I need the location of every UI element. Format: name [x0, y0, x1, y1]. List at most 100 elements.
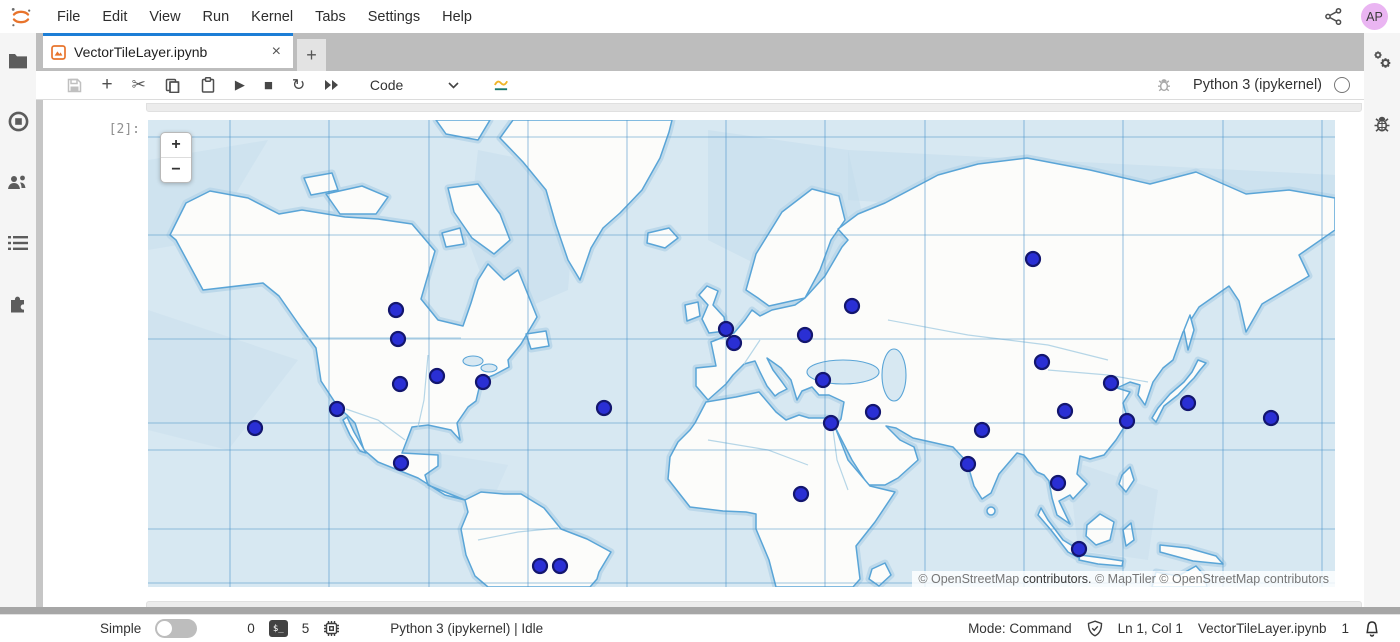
trust-shield-icon[interactable] [1087, 620, 1103, 637]
cell-type-select[interactable]: Code [370, 77, 403, 93]
kernel-status-text[interactable]: Python 3 (ipykernel) | Idle [390, 621, 543, 636]
debugger-toggle-icon[interactable] [1156, 77, 1172, 93]
map-marker[interactable] [961, 457, 975, 471]
add-cell-icon[interactable]: + [102, 77, 113, 93]
kernel-chip-icon [323, 620, 340, 637]
map-marker[interactable] [597, 401, 611, 415]
map-marker[interactable] [1120, 414, 1134, 428]
menu-item-settings[interactable]: Settings [357, 9, 431, 25]
map-marker[interactable] [430, 369, 444, 383]
simple-mode-toggle[interactable] [155, 619, 197, 638]
interrupt-kernel-icon[interactable]: ■ [264, 77, 273, 93]
map-marker[interactable] [330, 402, 344, 416]
menu-item-edit[interactable]: Edit [91, 9, 138, 25]
kernel-name[interactable]: Python 3 (ipykernel) [1193, 77, 1322, 93]
map-marker[interactable] [391, 332, 405, 346]
menu-item-view[interactable]: View [138, 9, 191, 25]
menu-items: FileEditViewRunKernelTabsSettingsHelp [46, 0, 483, 33]
map-marker[interactable] [1051, 476, 1065, 490]
restart-kernel-icon[interactable]: ↻ [292, 77, 305, 93]
chevron-down-icon[interactable] [445, 77, 461, 93]
map-marker[interactable] [393, 377, 407, 391]
map-marker[interactable] [845, 299, 859, 313]
restart-run-all-icon[interactable] [324, 77, 340, 93]
zoom-in-button[interactable]: + [161, 133, 191, 157]
map-marker[interactable] [389, 303, 403, 317]
save-icon[interactable] [67, 77, 83, 93]
copy-cells-icon[interactable] [165, 77, 181, 93]
tab-vectortilelayer[interactable]: VectorTileLayer.ipynb × [43, 33, 293, 68]
cut-cells-icon[interactable]: ✂ [132, 77, 146, 93]
share-icon[interactable] [1324, 7, 1343, 26]
attribution-text: contributors. [1023, 572, 1092, 586]
avatar[interactable]: AP [1361, 3, 1388, 30]
paste-cells-icon[interactable] [200, 77, 216, 93]
map-marker[interactable] [794, 487, 808, 501]
right-sidebar [1363, 33, 1400, 607]
property-inspector-icon[interactable] [1371, 49, 1393, 71]
terminal-count[interactable]: 0 [247, 621, 255, 636]
map-attribution[interactable]: © OpenStreetMap contributors. © MapTiler… [912, 571, 1335, 587]
status-file-name: VectorTileLayer.ipynb [1198, 621, 1327, 636]
menu-bar: FileEditViewRunKernelTabsSettingsHelp AP [0, 0, 1400, 33]
map-marker[interactable] [1104, 376, 1118, 390]
map-canvas[interactable] [148, 120, 1335, 587]
map-marker[interactable] [1264, 411, 1278, 425]
notification-count[interactable]: 1 [1341, 621, 1349, 636]
map-marker[interactable] [476, 375, 490, 389]
menu-item-run[interactable]: Run [192, 9, 241, 25]
file-browser-icon[interactable] [7, 49, 29, 71]
kernel-activity-icon [493, 77, 509, 93]
menu-bar-right: AP [1324, 3, 1400, 30]
map-marker[interactable] [248, 421, 262, 435]
terminal-icon: $_ [269, 620, 288, 637]
notebook-file-icon [51, 45, 66, 60]
jupyter-logo-icon [10, 6, 32, 28]
map-marker[interactable] [1035, 355, 1049, 369]
zoom-out-button[interactable]: − [161, 157, 191, 182]
map-marker[interactable] [553, 559, 567, 573]
map-marker[interactable] [1058, 404, 1072, 418]
map-marker[interactable] [816, 373, 830, 387]
tab-label: VectorTileLayer.ipynb [74, 44, 268, 60]
simple-mode-label: Simple [100, 621, 141, 636]
menu-item-kernel[interactable]: Kernel [240, 9, 304, 25]
notebook-content: [2]: [36, 100, 1364, 607]
previous-cell-edge[interactable] [146, 103, 1362, 112]
map-output[interactable]: + − © OpenStreetMap contributors. © MapT… [148, 120, 1335, 587]
running-kernels-icon[interactable] [7, 110, 29, 132]
map-marker[interactable] [798, 328, 812, 342]
map-marker[interactable] [394, 456, 408, 470]
menu-item-help[interactable]: Help [431, 9, 483, 25]
attribution-text: © MapTiler © OpenStreetMap contributors [1092, 572, 1330, 586]
tab-close-icon[interactable]: × [268, 43, 285, 61]
collaborators-icon[interactable] [7, 171, 29, 193]
menu-item-tabs[interactable]: Tabs [304, 9, 357, 25]
panel-gutter[interactable] [36, 100, 43, 607]
debugger-icon[interactable] [1371, 113, 1393, 135]
map-zoom-control: + − [160, 132, 192, 183]
map-marker[interactable] [1181, 396, 1195, 410]
new-tab-button[interactable]: + [297, 39, 326, 71]
jupyterlab-window: { "menu_bar": { "items": ["File", "Edit"… [0, 0, 1400, 642]
map-marker[interactable] [727, 336, 741, 350]
table-of-contents-icon[interactable] [7, 232, 29, 254]
cursor-position[interactable]: Ln 1, Col 1 [1118, 621, 1183, 636]
map-marker[interactable] [1072, 542, 1086, 556]
bell-icon[interactable] [1364, 620, 1380, 638]
menu-item-file[interactable]: File [46, 9, 91, 25]
map-marker[interactable] [719, 322, 733, 336]
map-marker[interactable] [1026, 252, 1040, 266]
mode-indicator[interactable]: Mode: Command [968, 621, 1072, 636]
map-marker[interactable] [824, 416, 838, 430]
left-sidebar [0, 33, 37, 607]
kernel-count[interactable]: 5 [302, 621, 310, 636]
run-cell-icon[interactable]: ▶ [235, 77, 245, 93]
map-marker[interactable] [866, 405, 880, 419]
output-prompt: [2]: [76, 122, 140, 137]
tab-bar: VectorTileLayer.ipynb × + [36, 33, 1364, 71]
kernel-status-icon[interactable] [1334, 77, 1350, 93]
map-marker[interactable] [533, 559, 547, 573]
map-marker[interactable] [975, 423, 989, 437]
extension-manager-icon[interactable] [7, 293, 29, 315]
